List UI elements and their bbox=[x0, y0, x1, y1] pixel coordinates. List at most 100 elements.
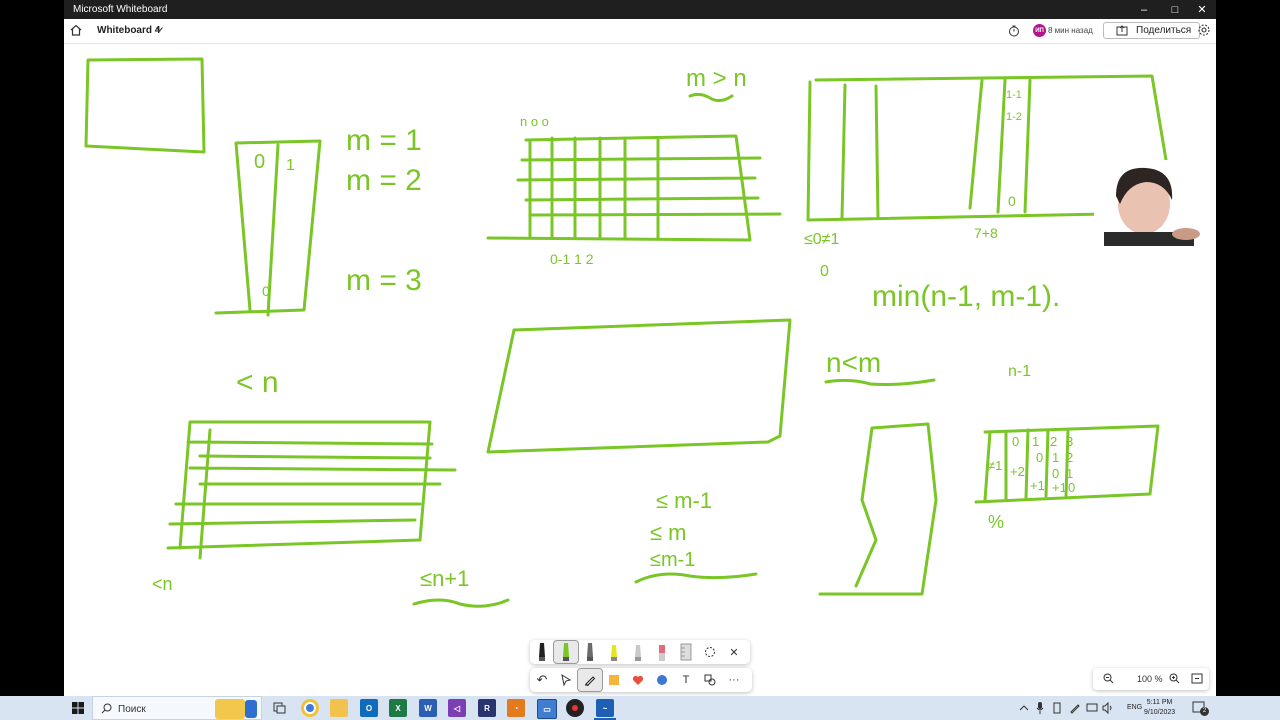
gray-pen-tool[interactable] bbox=[578, 641, 602, 663]
share-label: Поделиться bbox=[1136, 25, 1192, 36]
lasso-select-icon[interactable] bbox=[698, 641, 722, 663]
system-clock[interactable]: 5:11 PM 9/10/2023 bbox=[1144, 698, 1175, 718]
ink-lt-n-small: <n bbox=[152, 574, 173, 594]
comment-button[interactable] bbox=[650, 669, 674, 691]
ink-grid-top bbox=[486, 134, 782, 242]
taskbar-search[interactable]: Поиск bbox=[92, 696, 262, 720]
svg-text:1: 1 bbox=[1032, 434, 1039, 449]
network-icon[interactable] bbox=[1086, 703, 1098, 713]
device-icon[interactable] bbox=[1052, 702, 1062, 714]
ink-col-label-b: 1-2 bbox=[1006, 111, 1022, 123]
app-header: Whiteboard 4 ИП 8 мин назад Поделиться bbox=[64, 19, 1216, 44]
timer-icon[interactable] bbox=[1008, 25, 1020, 37]
more-button[interactable]: ··· bbox=[722, 669, 746, 691]
svg-text:≠1: ≠1 bbox=[988, 458, 1002, 473]
maximize-button[interactable]: □ bbox=[1160, 2, 1190, 17]
whiteboard-window: Microsoft Whiteboard – □ ✕ Whiteboard 4 … bbox=[64, 0, 1216, 696]
highlighter-tool[interactable] bbox=[602, 641, 626, 663]
ink-right-bottom: 7+8 bbox=[974, 225, 998, 241]
ruler-tool[interactable] bbox=[674, 641, 698, 663]
ink-underline-4 bbox=[634, 572, 758, 584]
chrome-icon[interactable] bbox=[301, 699, 319, 717]
select-tool-button[interactable] bbox=[554, 669, 578, 691]
microphone-icon[interactable] bbox=[1036, 702, 1044, 714]
gear-icon[interactable] bbox=[1197, 23, 1211, 37]
ink-tool-button[interactable] bbox=[577, 668, 603, 692]
fit-to-screen-icon[interactable] bbox=[1191, 673, 1203, 684]
zoom-in-icon[interactable] bbox=[1169, 673, 1180, 684]
pen-tray-icon[interactable] bbox=[1069, 702, 1081, 714]
title-bar: Microsoft Whiteboard – □ ✕ bbox=[64, 0, 1216, 19]
black-pen-tool[interactable] bbox=[530, 641, 554, 663]
windows-start-icon[interactable] bbox=[72, 702, 84, 714]
ink-col-1: 1 bbox=[286, 157, 295, 174]
home-icon[interactable] bbox=[69, 23, 83, 37]
volume-icon[interactable] bbox=[1102, 702, 1114, 714]
search-placeholder: Поиск bbox=[118, 704, 146, 715]
ink-zero-a: 0 bbox=[1008, 193, 1016, 209]
clock-time: 5:11 PM bbox=[1146, 699, 1173, 706]
ink-le-m: ≤ m bbox=[650, 520, 687, 545]
minimize-button[interactable]: – bbox=[1129, 2, 1159, 17]
word-icon[interactable]: W bbox=[419, 699, 437, 717]
ink-underline-1 bbox=[688, 92, 734, 103]
svg-text:+2: +2 bbox=[1010, 464, 1025, 479]
share-button[interactable]: Поделиться bbox=[1103, 22, 1200, 39]
close-button[interactable]: ✕ bbox=[1187, 2, 1216, 17]
ink-shape-bottom-right bbox=[818, 422, 938, 596]
text-tool-button[interactable]: T bbox=[674, 669, 698, 691]
ink-underline-3 bbox=[412, 598, 510, 608]
visual-studio-icon[interactable]: ◁ bbox=[448, 699, 466, 717]
taskbar: Поиск O X W ◁ R ◔ ▭ ~ ENG 5:11 PM 9/10/2… bbox=[0, 696, 1280, 720]
excel-icon[interactable]: X bbox=[389, 699, 407, 717]
svg-text:2: 2 bbox=[1066, 450, 1073, 465]
ink-m3: m = 3 bbox=[346, 264, 422, 297]
chevron-down-icon[interactable] bbox=[156, 27, 163, 32]
board-name[interactable]: Whiteboard 4 bbox=[97, 25, 160, 36]
ink-col-label-a: 1-1 bbox=[1006, 89, 1022, 101]
ink-rectangle-top-left bbox=[84, 57, 206, 154]
pencil-tool[interactable] bbox=[626, 641, 650, 663]
search-highlight-figure bbox=[245, 700, 257, 718]
search-icon bbox=[101, 703, 112, 714]
rider-icon[interactable]: R bbox=[478, 699, 496, 717]
shapes-button[interactable] bbox=[698, 669, 722, 691]
share-icon bbox=[1116, 25, 1128, 36]
recording-app-icon[interactable] bbox=[566, 699, 584, 717]
ink-text: m = 1 m = 2 m = 3 m > n n<m < n <n ≤n+1 … bbox=[152, 65, 1075, 594]
window-title: Microsoft Whiteboard bbox=[73, 4, 168, 15]
svg-text:0: 0 bbox=[1012, 434, 1019, 449]
search-app-icon[interactable]: ◔ bbox=[507, 699, 525, 717]
svg-text:0: 0 bbox=[1036, 450, 1043, 465]
sticky-note-button[interactable] bbox=[602, 669, 626, 691]
ink-underline-2 bbox=[824, 378, 936, 386]
pen-icon bbox=[585, 676, 596, 686]
zoom-out-icon[interactable] bbox=[1103, 673, 1114, 684]
cursor-icon bbox=[561, 674, 571, 686]
chevron-up-icon[interactable] bbox=[1019, 704, 1029, 712]
whiteboard-app-icon[interactable]: ~ bbox=[596, 699, 614, 717]
outlook-icon[interactable]: O bbox=[360, 699, 378, 717]
sticky-note-icon bbox=[609, 675, 619, 685]
green-pen-tool[interactable] bbox=[553, 640, 579, 664]
ink-m-gt-n: m > n bbox=[686, 65, 747, 92]
eraser-tool[interactable] bbox=[650, 641, 674, 663]
svg-text:0: 0 bbox=[1052, 466, 1059, 481]
ink-zero-c: 0 bbox=[262, 283, 270, 299]
window-app-icon[interactable]: ▭ bbox=[537, 699, 557, 719]
reactions-button[interactable] bbox=[626, 669, 650, 691]
svg-text:3: 3 bbox=[1066, 434, 1073, 449]
task-view-icon[interactable] bbox=[273, 702, 286, 714]
avatar[interactable]: ИП bbox=[1033, 24, 1046, 37]
close-pen-toolbar-button[interactable]: ✕ bbox=[722, 641, 746, 663]
ink-lt-n: < n bbox=[236, 366, 279, 399]
ink-n-minus-1: n-1 bbox=[1008, 363, 1031, 380]
file-explorer-icon[interactable] bbox=[330, 699, 348, 717]
language-indicator[interactable]: ENG bbox=[1127, 704, 1142, 711]
svg-text:1: 1 bbox=[1052, 450, 1059, 465]
ink-le0: ≤0≠1 bbox=[804, 231, 839, 248]
ink-grid-top-label: n o o bbox=[520, 114, 549, 129]
whiteboard-canvas[interactable]: m = 1 m = 2 m = 3 m > n n<m < n <n ≤n+1 … bbox=[64, 44, 1216, 696]
undo-button[interactable]: ↶ bbox=[530, 669, 554, 691]
ink-m1: m = 1 bbox=[346, 124, 422, 157]
